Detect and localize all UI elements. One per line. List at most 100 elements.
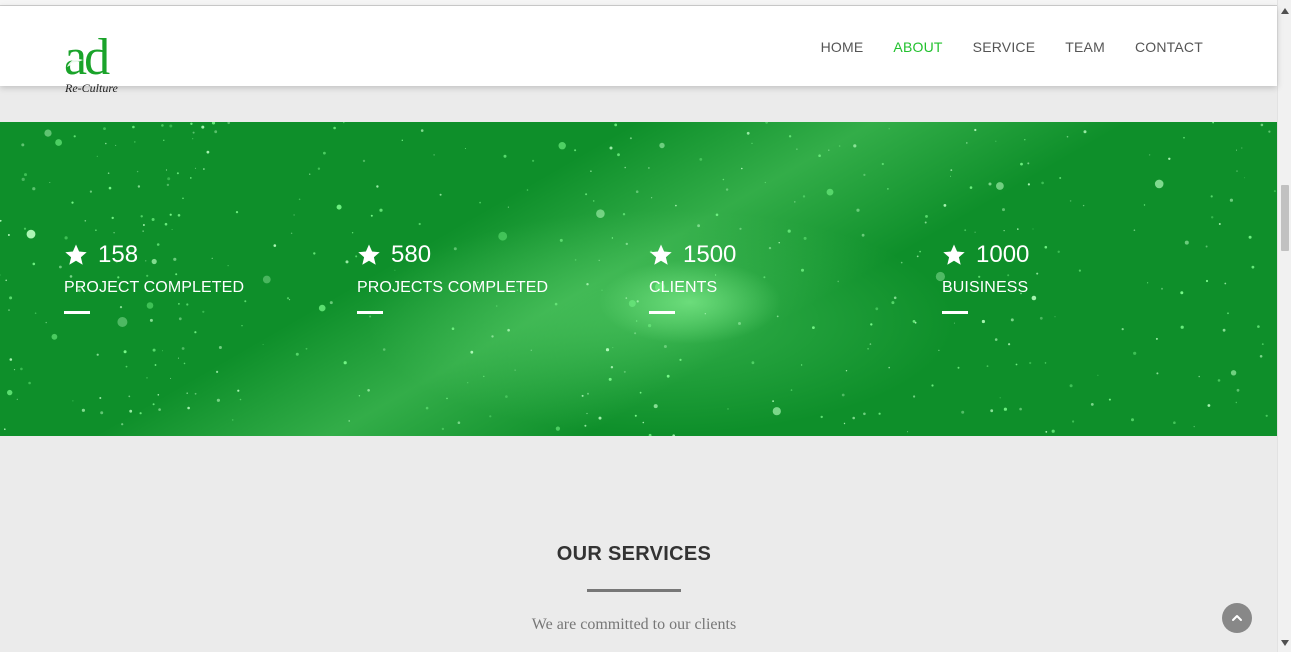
star-dot [776,315,779,318]
star-dot [881,162,884,166]
star-dot [125,365,128,368]
star-dot [1217,379,1221,382]
star-dot [1180,325,1184,329]
star-dot [995,140,997,142]
star-dot [672,434,675,436]
scrollbar-thumb[interactable] [1281,185,1289,251]
star-dot [772,407,781,416]
star-dot [129,409,133,413]
scroll-to-top-button[interactable] [1222,603,1252,633]
star-dot [608,377,612,381]
star-dot [625,242,628,246]
star-dot [26,229,36,239]
star-dot [318,304,326,312]
star-dot [351,232,354,234]
star-dot [1066,135,1069,138]
star-dot [187,406,190,410]
star-dot [237,389,240,392]
star-dot [628,300,636,307]
star-dot [1069,384,1073,388]
star-dot [715,213,719,217]
star-dot [142,230,144,232]
star-dot [21,177,25,181]
star-dot [861,233,865,237]
page-scrollbar[interactable] [1277,0,1291,652]
star-dot [59,265,62,269]
star-dot [7,389,13,396]
star-dot [614,123,618,127]
star-dot [367,389,370,392]
star-dot [503,154,507,158]
star-dot [23,227,27,230]
star-dot [177,357,179,359]
star-dot [635,190,639,193]
star-dot [1168,157,1171,160]
star-dot [218,346,222,349]
star-dot [1265,414,1268,417]
star-dot [51,333,58,340]
star-dot [802,195,806,198]
star-dot [746,131,750,135]
star-dot [1222,328,1226,332]
star-dot [84,220,87,222]
star-dot [171,229,173,230]
star-dot [167,177,171,181]
star-dot [507,206,509,208]
star-dot [1059,177,1062,179]
star-dot [853,144,857,148]
nav-item-service[interactable]: SERVICE [973,39,1036,55]
star-dot [739,227,742,230]
star-dot [1024,139,1026,141]
site-logo[interactable]: ad Re-Culture [64,32,148,96]
star-dot [974,231,976,233]
star-dot [1248,235,1252,239]
star-dot [20,367,23,371]
star-dot [1015,363,1018,366]
star-dot [1069,200,1072,202]
star-dot [838,145,841,147]
star-dot [675,204,677,207]
star-dot [336,204,342,210]
star-dot [457,421,461,425]
stat-item: 580 PROJECTS COMPLETED [357,240,607,314]
star-dot [262,344,264,345]
star-icon [65,244,87,265]
star-dot [1083,130,1087,134]
star-dot [206,150,210,154]
star-dot [470,350,474,354]
star-dot [1259,355,1263,358]
star-dot [348,420,351,422]
star-dot [764,181,766,184]
star-dot [425,406,429,410]
star-dot [725,188,729,191]
nav-item-contact[interactable]: CONTACT [1135,39,1203,55]
star-dot [464,148,466,149]
star-dot [117,317,128,327]
star-dot [507,328,510,332]
star-dot [820,415,823,419]
nav-item-home[interactable]: HOME [821,39,864,55]
star-dot [96,353,99,356]
star-dot [113,232,115,234]
nav-item-about[interactable]: ABOUT [893,39,942,55]
star-dot [790,389,793,391]
star-dot [139,412,142,415]
scroll-up-arrow-icon[interactable] [1281,8,1289,14]
nav-item-team[interactable]: TEAM [1065,39,1105,55]
star-dot [203,168,205,170]
star-dot [111,216,114,220]
star-dot [648,324,652,328]
star-dot [1051,429,1055,433]
star-dot [89,190,92,193]
star-dot [420,129,424,132]
star-dot [149,318,153,322]
scroll-down-arrow-icon[interactable] [1281,640,1289,646]
star-dot [164,222,168,226]
star-dot [574,149,577,152]
star-dot [128,395,131,398]
star-dot [343,122,345,124]
stat-value: 158 [98,241,139,268]
star-dot [845,370,848,372]
star-dot [216,370,219,373]
star-dot [996,182,1004,190]
